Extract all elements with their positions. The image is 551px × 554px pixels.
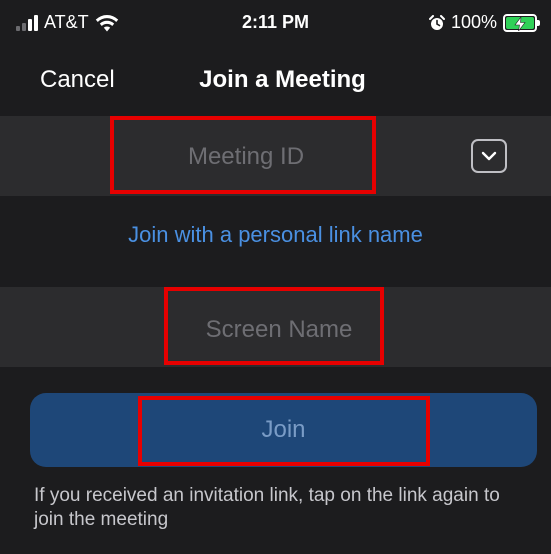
- status-right: 100%: [428, 12, 540, 33]
- battery-tip: [537, 19, 540, 26]
- meeting-id-input[interactable]: [115, 134, 377, 180]
- join-button[interactable]: Join: [30, 393, 537, 467]
- battery-percent: 100%: [450, 12, 497, 32]
- screen-name-row: [0, 287, 551, 367]
- battery-icon: [503, 13, 540, 32]
- invitation-help-text: If you received an invitation link, tap …: [34, 485, 500, 530]
- chevron-down-icon: [481, 151, 497, 161]
- personal-link-name-link[interactable]: Join with a personal link name: [0, 222, 551, 248]
- page-title: Join a Meeting: [199, 66, 366, 93]
- nav-bar: Cancel Join a Meeting: [0, 46, 551, 116]
- battery-fill: [506, 16, 534, 31]
- meeting-history-dropdown-button[interactable]: [471, 139, 507, 173]
- status-bar: AT&T 2:11 PM 100%: [0, 0, 551, 46]
- meeting-id-row: [0, 116, 551, 196]
- charging-bolt-icon: [514, 16, 526, 31]
- alarm-icon: [428, 14, 445, 30]
- join-meeting-screen: AT&T 2:11 PM 100% Cancel Join a Meeting …: [0, 0, 551, 554]
- screen-name-input[interactable]: [170, 307, 388, 353]
